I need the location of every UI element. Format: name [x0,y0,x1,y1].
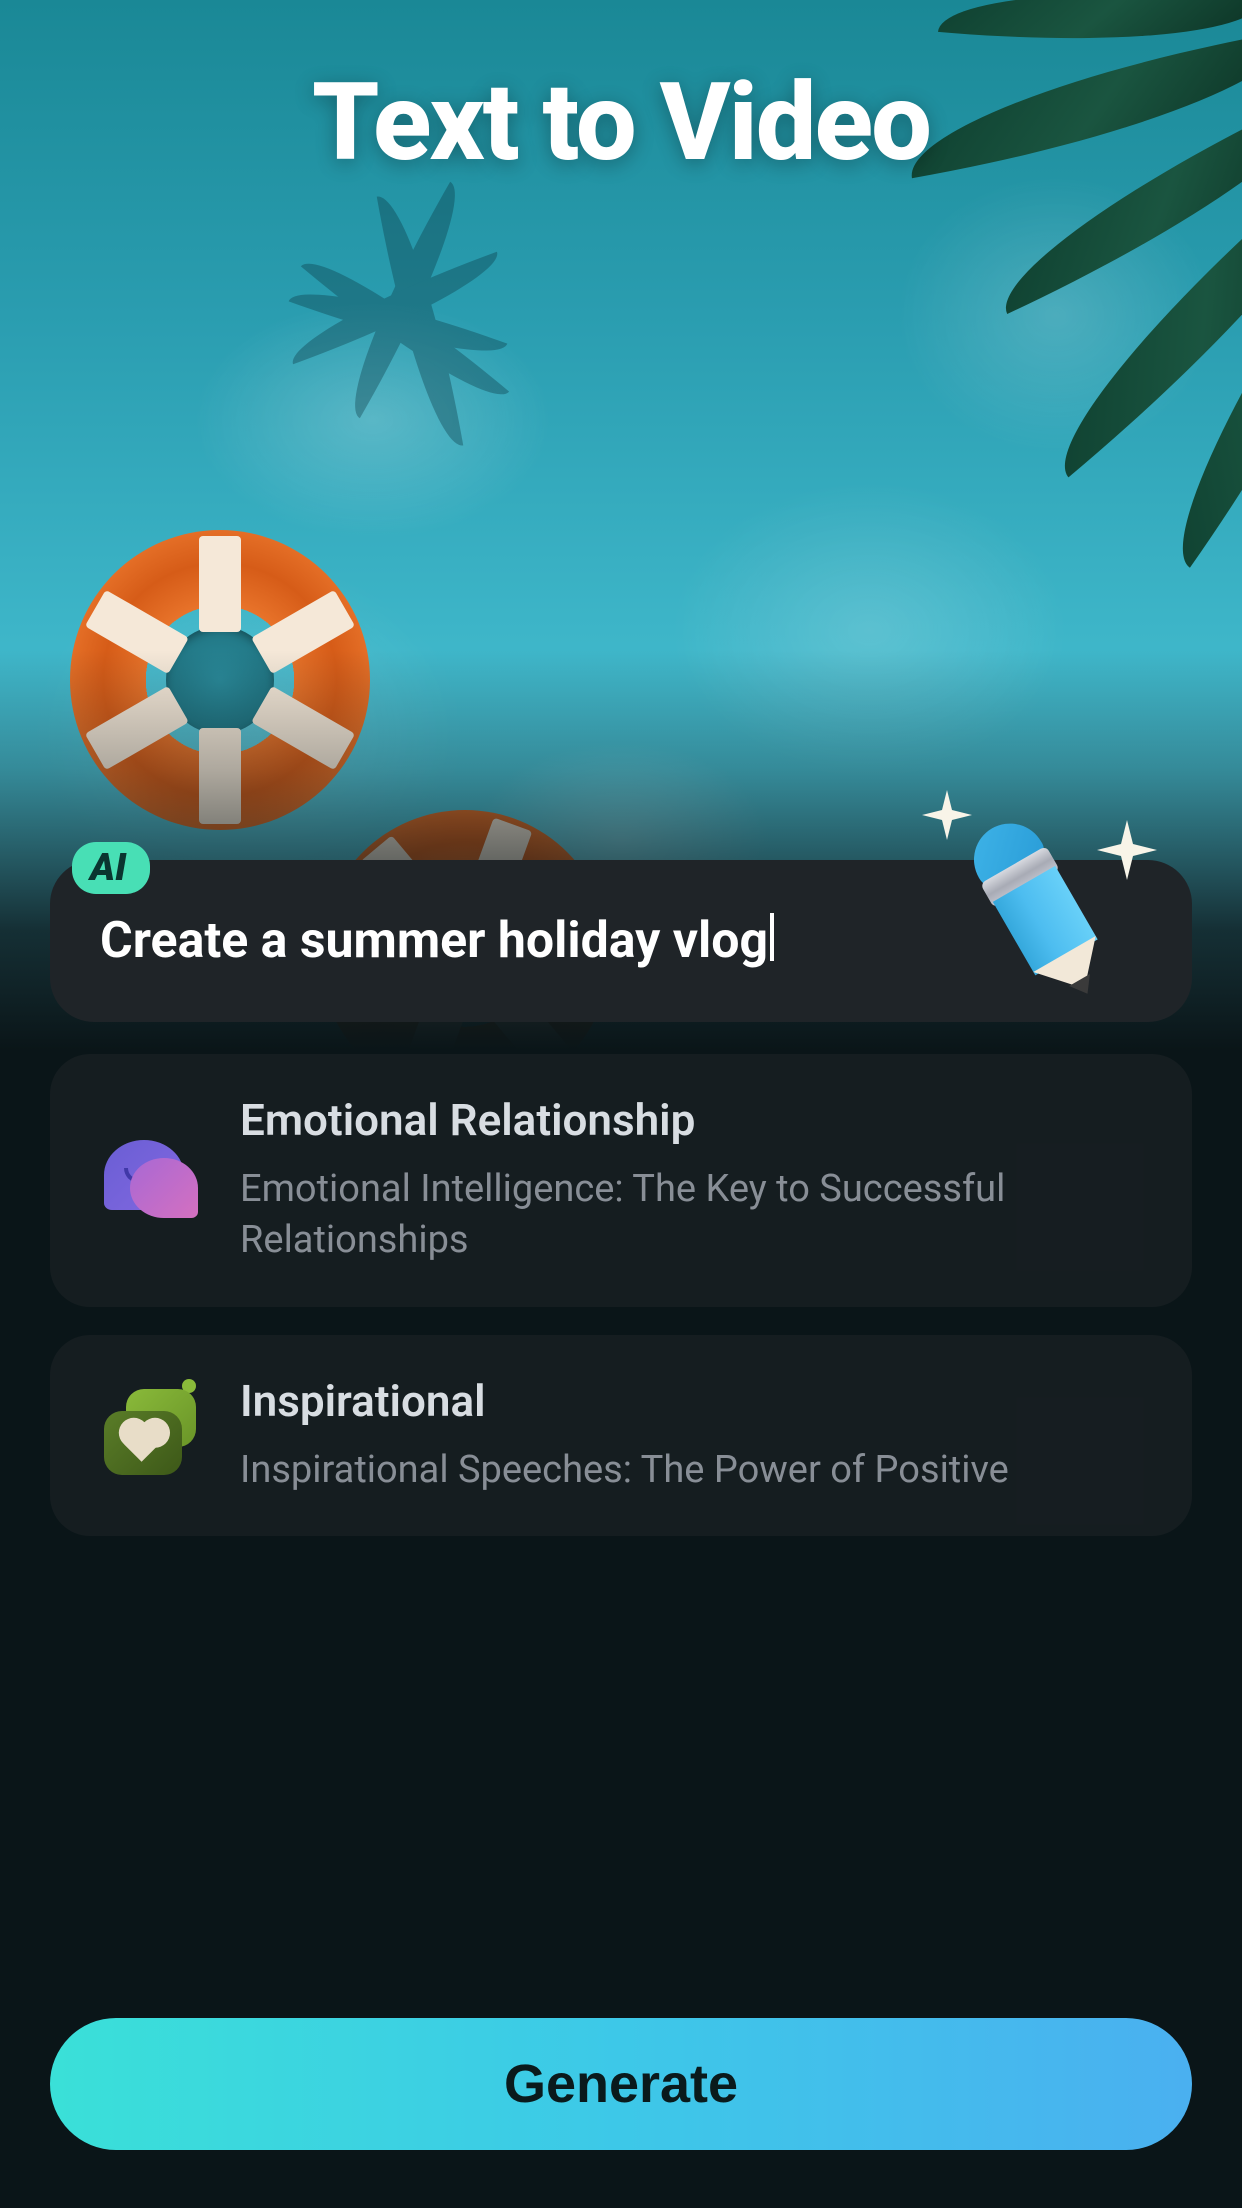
text-cursor [770,913,774,961]
sparkle-icon [922,790,972,840]
category-title: Inspirational [240,1375,1144,1427]
page-title: Text to Video [0,60,1242,186]
category-card-inspirational[interactable]: Inspirational Inspirational Speeches: Th… [50,1335,1192,1536]
heart-message-icon [98,1385,198,1485]
category-title: Emotional Relationship [240,1094,1144,1146]
category-subtitle: Emotional Intelligence: The Key to Succe… [240,1164,1144,1267]
category-subtitle: Inspirational Speeches: The Power of Pos… [240,1445,1144,1496]
ai-badge: AI [72,842,150,894]
generate-button[interactable]: Generate [50,2018,1192,2150]
prompt-text: Create a summer holiday vlog [100,912,768,970]
chat-bubbles-icon [98,1130,198,1230]
category-card-emotional[interactable]: Emotional Relationship Emotional Intelli… [50,1054,1192,1307]
